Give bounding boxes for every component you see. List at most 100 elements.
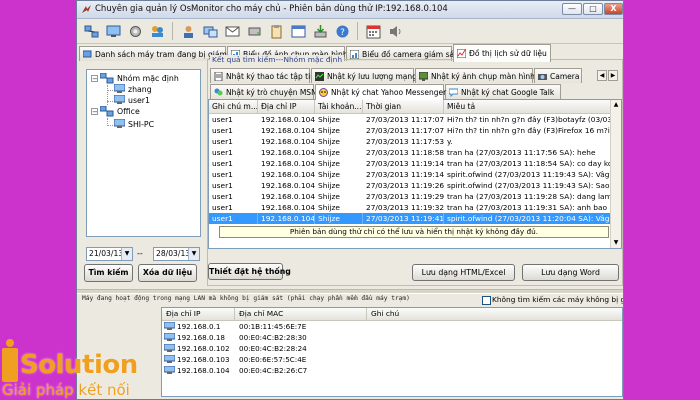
column-header[interactable]: Địa chỉ IP [162, 308, 235, 320]
title-bar[interactable]: Chuyên gia quản lý OsMonitor cho máy chủ… [77, 1, 623, 19]
date-from-picker[interactable]: 21/03/13 ▼ [86, 247, 133, 261]
table-row[interactable]: user1 192.168.0.104 Shijze 27/03/2013 11:19… [209, 180, 621, 191]
skip-lan-scan-label: Không tìm kiếm các máy không bị giám sát… [492, 295, 623, 304]
tree-node-office[interactable]: Office [100, 106, 140, 117]
tree-line [107, 125, 113, 126]
log-table-header: Ghi chú m... Địa chỉ IP Tài khoản... Thờ… [209, 100, 621, 114]
camera-icon [538, 73, 547, 80]
tab-yahoo-log[interactable]: Nhật ký chat Yahoo Messenger [315, 84, 447, 100]
tab-screenshot-log[interactable]: Nhật ký ảnh chụp màn hình [415, 68, 535, 83]
tab-history-chart[interactable]: Đồ thị lịch sử dữ liệu [453, 44, 551, 62]
toolbar-users-button[interactable] [147, 21, 167, 41]
log-table[interactable]: Ghi chú m... Địa chỉ IP Tài khoản... Thờ… [208, 99, 622, 249]
chevron-down-icon[interactable]: ▼ [121, 248, 132, 260]
tab-label: Nhật ký thao tác tập tin [226, 71, 315, 81]
table-cell: tran ha (27/03/2013 11:19:31 SA): anh ba… [447, 203, 613, 212]
computer-tree[interactable]: − Nhóm mặc định zhang user1 − Office SHI… [86, 69, 201, 237]
column-header[interactable]: Miêu tả [444, 100, 613, 113]
table-row[interactable]: user1 192.168.0.104 Shijze 27/03/2013 11:19… [209, 202, 621, 213]
search-button[interactable]: Tìm kiếm [84, 264, 133, 282]
column-header[interactable]: Ghi chú [367, 308, 622, 320]
column-header[interactable]: Địa chỉ MAC [235, 308, 367, 320]
tab-label: Nhật ký ảnh chụp màn hình [431, 71, 535, 81]
scroll-up-icon[interactable]: ▲ [611, 100, 621, 110]
tree-node-default-group[interactable]: Nhóm mặc định [100, 73, 179, 84]
toolbar-help-button[interactable]: ? [332, 21, 352, 41]
clear-data-button[interactable]: Xóa dữ liệu [138, 264, 197, 282]
table-row[interactable]: 192.168.0.18 00:E0:4C:B2:28:30 [162, 332, 622, 343]
table-row[interactable]: user1 192.168.0.104 Shijze 27/03/2013 11:19… [209, 158, 621, 169]
tab-msn-log[interactable]: Nhật ký trò chuyện MSN [210, 84, 317, 99]
column-header[interactable]: Tài khoản... [315, 100, 363, 113]
tab-scroll-left-icon[interactable]: ◀ [597, 70, 607, 81]
tree-node-label: SHI-PC [128, 119, 155, 129]
toolbar-disk-button[interactable] [244, 21, 264, 41]
toolbar-user-button[interactable] [178, 21, 198, 41]
table-cell: 192.168.0.1 [177, 322, 221, 331]
save-html-excel-button[interactable]: Lưu dạng HTML/Excel [412, 264, 515, 281]
column-header[interactable]: Thời gian [363, 100, 444, 113]
tab-camera[interactable]: Camera [534, 68, 582, 83]
table-cell: Hi?n th? tin nh?n g?n đây (F3)Firefox 16… [447, 126, 613, 135]
remote-desktop-icon [203, 26, 217, 37]
toolbar-email-button[interactable] [222, 21, 242, 41]
close-button[interactable]: X [604, 3, 623, 15]
toolbar-settings-button[interactable] [125, 21, 145, 41]
maximize-button[interactable]: □ [583, 3, 603, 15]
save-word-button[interactable]: Lưu dạng Word [522, 264, 619, 281]
chevron-down-icon[interactable]: ▼ [188, 248, 199, 260]
tree-expander[interactable]: − [91, 108, 98, 116]
toolbar-monitor-button[interactable] [103, 21, 123, 41]
table-row[interactable]: user1 192.168.0.104 Shijze 27/03/2013 11:19… [209, 213, 621, 224]
toolbar-calendar-button[interactable] [363, 21, 383, 41]
table-row[interactable]: user1 192.168.0.104 Shijze 27/03/2013 11:19… [209, 169, 621, 180]
tab-monitored-list[interactable]: Danh sách máy tram đang bị giám sát! [79, 46, 244, 61]
table-row[interactable]: 192.168.0.103 00:E0:6E:57:5C:4E [162, 354, 622, 365]
tab-label: Nhật ký chat Yahoo Messenger [331, 88, 447, 97]
tree-node-shi-pc[interactable]: SHI-PC [114, 119, 154, 129]
table-row[interactable]: user1 192.168.0.104 Shijze 27/03/2013 11:17… [209, 136, 621, 147]
skip-lan-scan-checkbox[interactable] [482, 296, 491, 305]
scroll-down-icon[interactable]: ▼ [611, 238, 621, 248]
toolbar-remote-button[interactable] [200, 21, 220, 41]
table-row[interactable]: user1 192.168.0.104 Shijze 27/03/2013 11:17… [209, 125, 621, 136]
table-row[interactable]: user1 192.168.0.104 Shijze 27/03/2013 11:18… [209, 147, 621, 158]
tab-network-log[interactable]: Nhật ký lưu lượng mạng [311, 68, 417, 83]
table-row[interactable]: user1 192.168.0.104 Shijze 27/03/2013 11:17… [209, 114, 621, 125]
column-header[interactable]: Địa chỉ IP [258, 100, 315, 113]
tab-file-log[interactable]: Nhật ký thao tác tập tin [210, 68, 315, 83]
tree-node-zhang[interactable]: zhang [114, 84, 152, 94]
table-cell: 192.168.0.104 [177, 366, 230, 375]
date-to-picker[interactable]: 28/03/13 ▼ [153, 247, 200, 261]
table-cell: 192.168.0.104 [261, 115, 315, 124]
vertical-scrollbar[interactable]: ▲ ▼ [610, 100, 621, 248]
table-cell: spirit.ofwind (27/03/2013 11:20:04 SA): … [444, 213, 613, 224]
table-cell: 192.168.0.104 [261, 203, 315, 212]
table-cell: Shijze [318, 148, 340, 157]
clipboard-icon [271, 24, 281, 38]
table-cell: 27/03/2013 11:19:32... [366, 203, 444, 212]
table-cell: user1 [212, 192, 233, 201]
table-cell: Shijze [318, 115, 340, 124]
toolbar-window-button[interactable] [288, 21, 308, 41]
table-row[interactable]: user1 192.168.0.104 Shijze 27/03/2013 11:19… [209, 191, 621, 202]
date-from-value: 21/03/13 [89, 249, 124, 258]
toolbar-sound-button[interactable] [385, 21, 405, 41]
toolbar-group-button[interactable] [81, 21, 101, 41]
tab-scroll-right-icon[interactable]: ▶ [608, 70, 618, 81]
tree-node-user1[interactable]: user1 [114, 95, 150, 105]
lan-computers-table[interactable]: Địa chỉ IP Địa chỉ MAC Ghi chú 192.168.0… [161, 307, 623, 397]
toolbar-download-button[interactable] [310, 21, 330, 41]
table-cell: 00:E0:6E:57:5C:4E [239, 355, 307, 364]
tab-gtalk-log[interactable]: Nhật ký chat Google Talk [445, 84, 561, 99]
tree-expander[interactable]: − [91, 75, 98, 83]
table-cell: 27/03/2013 11:17:53... [366, 137, 444, 146]
table-row[interactable]: 192.168.0.1 00:1B:11:45:6E:7E [162, 321, 622, 332]
minimize-button[interactable]: — [562, 3, 582, 15]
system-settings-button[interactable]: Thiết đặt hệ thống [208, 263, 291, 280]
table-row[interactable]: 192.168.0.104 00:E0:4C:B2:26:C7 [162, 365, 622, 376]
column-header[interactable]: Ghi chú m... [209, 100, 258, 113]
table-row[interactable]: 192.168.0.102 00:E0:4C:B2:28:24 [162, 343, 622, 354]
table-cell: 192.168.0.104 [261, 170, 315, 179]
toolbar-clipboard-button[interactable] [266, 21, 286, 41]
